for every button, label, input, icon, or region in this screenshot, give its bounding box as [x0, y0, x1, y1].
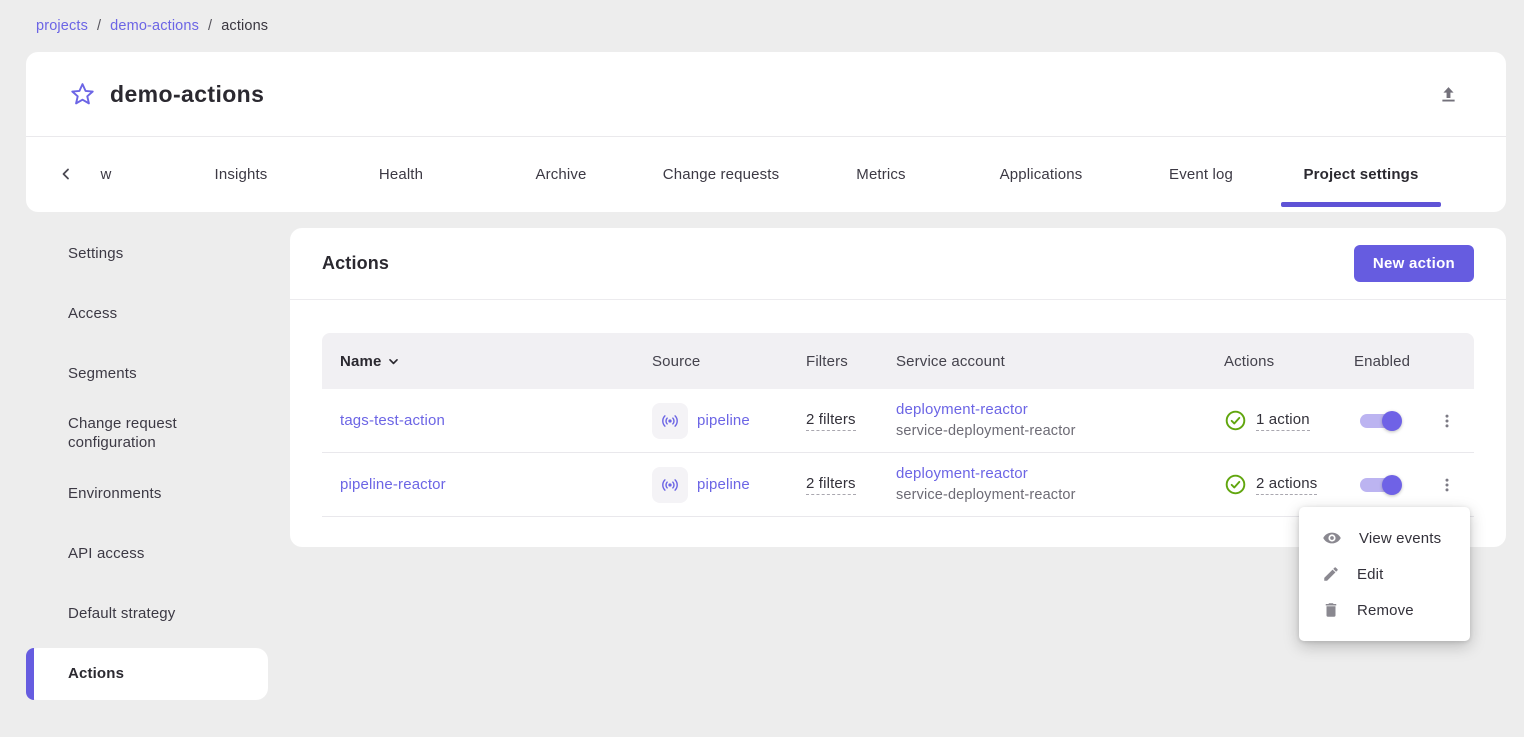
column-header-enabled: Enabled — [1340, 353, 1420, 370]
column-header-filters: Filters — [806, 353, 896, 370]
menu-item-label: Edit — [1357, 566, 1383, 583]
star-icon — [69, 81, 96, 108]
tab-label: Applications — [1000, 166, 1083, 183]
settings-sidebar: Settings Access Segments Change request … — [26, 224, 268, 704]
tab-insights[interactable]: Insights — [161, 137, 321, 211]
filters-count[interactable]: 2 filters — [806, 475, 856, 495]
eye-icon — [1322, 528, 1342, 548]
tab-health[interactable]: Health — [321, 137, 481, 211]
breadcrumb-separator: / — [208, 18, 212, 34]
sidebar-item-change-request-configuration[interactable]: Change request configuration — [26, 404, 268, 464]
enabled-toggle[interactable] — [1358, 473, 1404, 497]
source-link[interactable]: pipeline — [697, 476, 750, 493]
row-context-menu: View events Edit Remove — [1299, 507, 1470, 641]
actions-count[interactable]: 2 actions — [1256, 475, 1317, 495]
project-header: demo-actions — [26, 52, 1506, 137]
trash-icon — [1322, 601, 1340, 619]
sidebar-item-api-access[interactable]: API access — [26, 524, 268, 584]
menu-item-edit[interactable]: Edit — [1299, 556, 1470, 592]
column-label: Name — [340, 353, 381, 370]
column-header-source: Source — [652, 353, 806, 370]
check-circle-icon — [1224, 409, 1247, 432]
service-account-id: service-deployment-reactor — [896, 422, 1216, 440]
kebab-icon — [1438, 412, 1456, 430]
tab-event-log[interactable]: Event log — [1121, 137, 1281, 211]
actions-panel: Actions New action Name Source Filters S… — [290, 228, 1506, 547]
sidebar-item-settings[interactable]: Settings — [26, 224, 268, 284]
column-header-service-account: Service account — [896, 353, 1216, 370]
tab-label: Health — [379, 166, 423, 183]
tab-label: Insights — [215, 166, 268, 183]
filters-count[interactable]: 2 filters — [806, 411, 856, 431]
tab-change-requests[interactable]: Change requests — [641, 137, 801, 211]
pencil-icon — [1322, 565, 1340, 583]
action-name-link[interactable]: pipeline-reactor — [340, 476, 446, 493]
tab-metrics[interactable]: Metrics — [801, 137, 961, 211]
tab-label: Change requests — [663, 166, 780, 183]
tab-overview-partial[interactable]: w — [86, 137, 126, 211]
active-item-bar — [26, 648, 34, 700]
service-account-link[interactable]: deployment-reactor — [896, 465, 1216, 484]
signal-icon — [652, 467, 688, 503]
tab-label: Metrics — [856, 166, 905, 183]
export-button[interactable] — [1432, 78, 1464, 110]
toggle-thumb — [1382, 475, 1402, 495]
column-header-actions: Actions — [1216, 353, 1340, 370]
menu-item-label: View events — [1359, 530, 1441, 547]
toggle-thumb — [1382, 411, 1402, 431]
chevron-down-icon — [387, 355, 400, 368]
source-link[interactable]: pipeline — [697, 412, 750, 429]
actions-table: Name Source Filters Service account Acti… — [322, 333, 1474, 517]
actions-panel-header: Actions New action — [290, 228, 1506, 300]
tab-archive[interactable]: Archive — [481, 137, 641, 211]
kebab-icon — [1438, 476, 1456, 494]
panel-title: Actions — [322, 253, 389, 274]
new-action-button[interactable]: New action — [1354, 245, 1474, 282]
sidebar-item-default-strategy[interactable]: Default strategy — [26, 584, 268, 644]
tab-label: Archive — [535, 166, 586, 183]
upload-icon — [1438, 84, 1459, 105]
breadcrumb-separator: / — [97, 18, 101, 34]
actions-count[interactable]: 1 action — [1256, 411, 1310, 431]
sidebar-item-label: Actions — [68, 665, 124, 684]
menu-item-view-events[interactable]: View events — [1299, 520, 1470, 556]
breadcrumb: projects / demo-actions / actions — [36, 18, 268, 34]
sidebar-item-segments[interactable]: Segments — [26, 344, 268, 404]
enabled-toggle[interactable] — [1358, 409, 1404, 433]
project-tab-bar: w Insights Health Archive Change request… — [26, 137, 1506, 211]
menu-item-remove[interactable]: Remove — [1299, 592, 1470, 628]
active-tab-indicator — [1281, 202, 1441, 207]
row-menu-button[interactable] — [1429, 467, 1465, 503]
favorite-star-button[interactable] — [68, 80, 96, 108]
breadcrumb-projects[interactable]: projects — [36, 18, 88, 34]
sidebar-item-environments[interactable]: Environments — [26, 464, 268, 524]
signal-icon — [652, 403, 688, 439]
check-circle-icon — [1224, 473, 1247, 496]
service-account-id: service-deployment-reactor — [896, 486, 1216, 504]
menu-item-label: Remove — [1357, 602, 1414, 619]
breadcrumb-actions: actions — [221, 18, 268, 34]
action-name-link[interactable]: tags-test-action — [340, 412, 445, 429]
tab-project-settings[interactable]: Project settings — [1281, 137, 1441, 211]
chevron-left-icon — [58, 166, 74, 182]
tab-applications[interactable]: Applications — [961, 137, 1121, 211]
service-account-link[interactable]: deployment-reactor — [896, 401, 1216, 420]
sidebar-item-actions[interactable]: Actions — [26, 648, 268, 700]
project-header-card: demo-actions w Insights Health Archive C… — [26, 52, 1506, 212]
row-menu-button[interactable] — [1429, 403, 1465, 439]
tab-label: Event log — [1169, 166, 1233, 183]
page-title: demo-actions — [110, 81, 264, 108]
column-header-name[interactable]: Name — [322, 353, 652, 370]
breadcrumb-demo-actions[interactable]: demo-actions — [110, 18, 199, 34]
sidebar-item-access[interactable]: Access — [26, 284, 268, 344]
table-row: tags-test-action pipeline 2 filters depl… — [322, 389, 1474, 453]
tabs-scroll-left-button[interactable] — [46, 137, 86, 211]
tab-label: Project settings — [1304, 166, 1419, 183]
table-header-row: Name Source Filters Service account Acti… — [322, 333, 1474, 389]
